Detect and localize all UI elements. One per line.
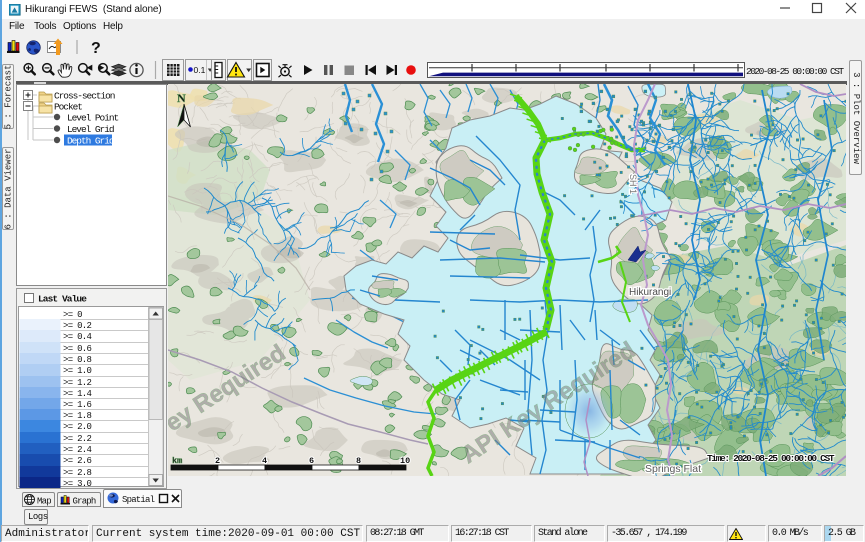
svg-text:2020-08-25 00:00:00 CST: 2020-08-25 00:00:00 CST (746, 66, 844, 77)
svg-text:Spatial: Spatial (122, 495, 155, 505)
svg-text:>= 2.0: >= 2.0 (63, 422, 92, 432)
svg-text:N: N (177, 91, 186, 105)
svg-text:>= 2.8: >= 2.8 (63, 468, 92, 478)
svg-text:6: 6 (309, 456, 314, 466)
svg-text:SH 1: SH 1 (628, 174, 638, 194)
svg-text:Level Point: Level Point (67, 113, 119, 124)
svg-text:Last Value: Last Value (38, 294, 87, 305)
svg-text:Hikurangi: Hikurangi (629, 287, 671, 298)
svg-text:Level Grid: Level Grid (67, 124, 114, 135)
svg-text:Time: 2020-08-25 00:00:00 CST: Time: 2020-08-25 00:00:00 CST (707, 453, 835, 464)
svg-text:8: 8 (356, 456, 361, 466)
svg-text:?: ? (91, 40, 101, 57)
svg-text:Springs Flat: Springs Flat (645, 463, 701, 475)
svg-text:>= 0.6: >= 0.6 (63, 344, 92, 354)
svg-text:>= 1.6: >= 1.6 (63, 400, 92, 410)
svg-text:>= 0: >= 0 (63, 310, 82, 320)
svg-text:0.1: 0.1 (194, 65, 206, 75)
svg-text:>= 2.2: >= 2.2 (63, 434, 92, 444)
svg-text:>= 2.6: >= 2.6 (63, 456, 92, 466)
svg-text:Cross-section: Cross-section (54, 91, 115, 102)
svg-text:km: km (172, 456, 182, 466)
svg-text:>= 2.4: >= 2.4 (63, 445, 92, 455)
svg-text:Map: Map (37, 497, 51, 507)
svg-text:>= 1.0: >= 1.0 (63, 366, 92, 376)
svg-text:>= 0.4: >= 0.4 (63, 332, 92, 342)
svg-text:Depth Grid: Depth Grid (67, 136, 114, 147)
svg-text:>= 1.8: >= 1.8 (63, 411, 92, 421)
svg-text:4: 4 (262, 456, 267, 466)
svg-text:>= 1.2: >= 1.2 (63, 378, 92, 388)
svg-text:Pocket: Pocket (54, 102, 82, 113)
svg-text:>= 0.2: >= 0.2 (63, 321, 92, 331)
svg-text:>= 0.8: >= 0.8 (63, 355, 92, 365)
svg-text:Graph: Graph (73, 497, 96, 507)
svg-text:>= 1.4: >= 1.4 (63, 389, 92, 399)
svg-text:2: 2 (215, 456, 220, 466)
svg-text:10: 10 (400, 456, 410, 466)
svg-text:>= 3.0: >= 3.0 (63, 479, 92, 488)
